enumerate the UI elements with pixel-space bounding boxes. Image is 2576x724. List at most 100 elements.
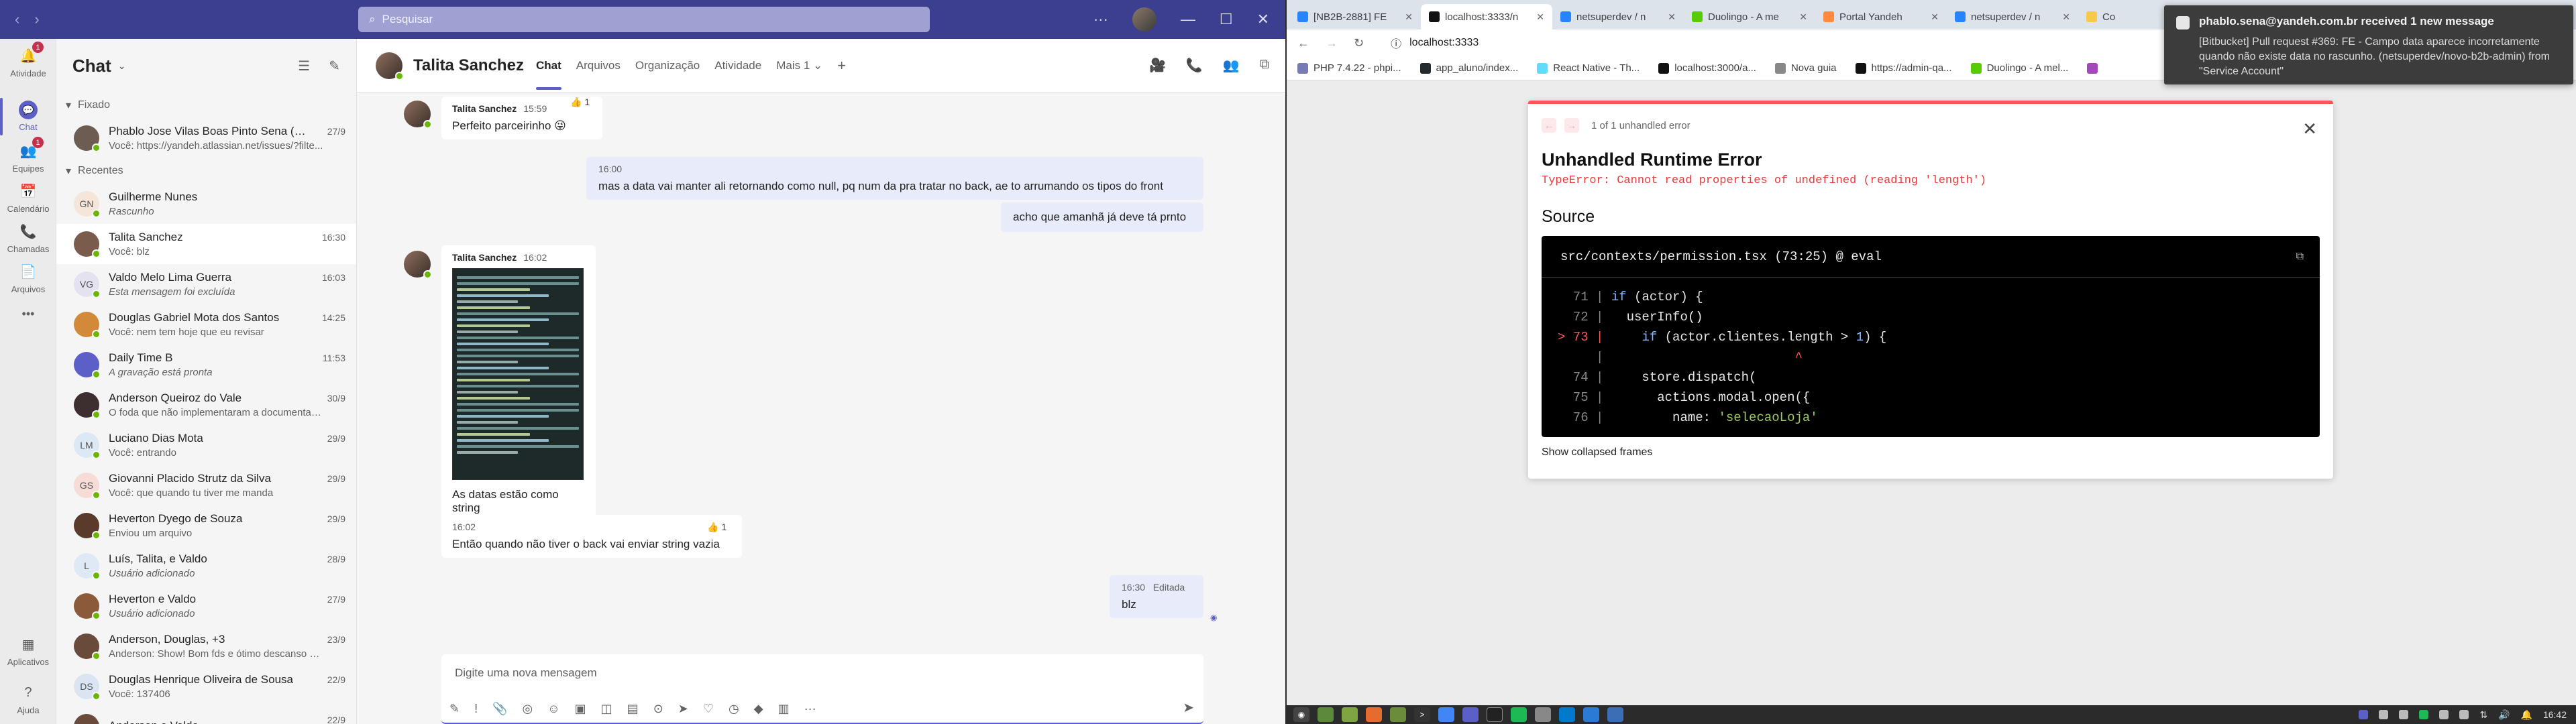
- chat-list-item[interactable]: GS Giovanni Placido Strutz da Silva Você: …: [56, 465, 356, 505]
- rail-item-help[interactable]: ? Ajuda: [0, 682, 56, 716]
- chat-list-item[interactable]: Anderson, Douglas, +3 Anderson: Show! Bom…: [56, 626, 356, 666]
- tray-icon[interactable]: [2459, 710, 2469, 719]
- browser-tab[interactable]: netsuperdev / n ✕: [1947, 4, 2078, 29]
- contact-avatar[interactable]: [376, 52, 404, 80]
- rail-item-chat[interactable]: 💬 Chat: [0, 101, 56, 132]
- volume-icon[interactable]: 🔊: [2498, 709, 2510, 721]
- new-chat-icon[interactable]: ✎: [329, 58, 340, 74]
- rail-item-apps[interactable]: ▦ Aplicativos: [0, 634, 56, 668]
- rail-item-activity[interactable]: 🔔 1 Atividade: [0, 42, 56, 78]
- chat-list-item[interactable]: Talita Sanchez Você: blz 16:30: [56, 224, 356, 264]
- chat-list-item[interactable]: Anderson Queiroz do Vale O foda que não i…: [56, 385, 356, 425]
- attach-icon[interactable]: 📎: [492, 702, 507, 716]
- close-icon[interactable]: ✕: [2302, 119, 2317, 139]
- forward-icon[interactable]: →: [1326, 36, 1338, 50]
- chat-list-item[interactable]: Phablo Jose Vilas Boas Pinto Sena (V... V…: [56, 118, 356, 158]
- rail-item-teams[interactable]: 👥 1 Equipes: [0, 137, 56, 174]
- rail-item-calls[interactable]: 📞 Chamadas: [0, 221, 56, 255]
- show-collapsed-frames[interactable]: Show collapsed frames: [1542, 446, 2320, 459]
- vscode-icon[interactable]: [1559, 707, 1575, 722]
- window-app-icon[interactable]: [1607, 707, 1623, 722]
- files-icon[interactable]: [1342, 707, 1358, 722]
- message-incoming[interactable]: 16:02 Então quando não tiver o back vai …: [441, 515, 742, 558]
- close-tab-icon[interactable]: ✕: [1799, 11, 1807, 23]
- chat-list-item[interactable]: L Luís, Talita, e Valdo Usuário adicionado…: [56, 546, 356, 586]
- filter-icon[interactable]: ☰: [298, 58, 310, 74]
- add-tab-icon[interactable]: +: [837, 57, 846, 74]
- message-input[interactable]: [455, 666, 1126, 680]
- browser-tab[interactable]: localhost:3333/n ✕: [1421, 4, 1552, 29]
- browser-tab[interactable]: netsuperdev / n ✕: [1552, 4, 1684, 29]
- tray-icon[interactable]: [2399, 710, 2409, 719]
- close-tab-icon[interactable]: ✕: [1668, 11, 1676, 23]
- close-tab-icon[interactable]: ✕: [1931, 11, 1939, 23]
- back-icon[interactable]: ‹: [15, 11, 19, 28]
- clock[interactable]: 16:42: [2543, 709, 2567, 720]
- reaction-like[interactable]: 👍 1: [570, 97, 590, 108]
- message-outgoing[interactable]: acho que amanhã já deve tá prnto: [1001, 202, 1203, 232]
- chat-list-item[interactable]: GN Guilherme Nunes Rascunho: [56, 184, 356, 224]
- section-pinned[interactable]: ▾ Fixado: [56, 93, 356, 118]
- folder-icon[interactable]: [1390, 707, 1406, 722]
- gif-icon[interactable]: ▣: [575, 702, 586, 716]
- reaction-like[interactable]: 👍 1: [707, 522, 727, 533]
- rail-item-calendar[interactable]: 📅 Calendário: [0, 181, 56, 215]
- minimize-icon[interactable]: —: [1181, 11, 1195, 28]
- bookmark[interactable]: https://admin-qa...: [1855, 62, 1952, 74]
- important-icon[interactable]: !: [474, 702, 478, 716]
- browser-tab[interactable]: Duolingo - A me ✕: [1684, 4, 1815, 29]
- rail-item-files[interactable]: 📄 Arquivos: [0, 261, 56, 295]
- send-icon[interactable]: ➤: [1183, 699, 1194, 716]
- bookmark[interactable]: Nova guia: [1774, 62, 1837, 74]
- clock-app-icon[interactable]: [1487, 707, 1503, 722]
- chevron-down-icon[interactable]: ⌄: [118, 60, 126, 72]
- meet-icon[interactable]: ▤: [627, 702, 639, 716]
- bookmark[interactable]: [2087, 62, 2103, 74]
- tab-organization[interactable]: Organização: [635, 59, 700, 72]
- bookmark[interactable]: PHP 7.4.22 - phpi...: [1297, 62, 1401, 74]
- next-error-icon[interactable]: →: [1564, 118, 1579, 133]
- bookmark[interactable]: app_aluno/index...: [1419, 62, 1518, 74]
- spotify-icon[interactable]: [1511, 707, 1527, 722]
- notes-icon[interactable]: ▥: [778, 702, 790, 716]
- apps-icon[interactable]: ◆: [754, 702, 763, 716]
- tab-activity[interactable]: Atividade: [714, 59, 761, 72]
- tray-icon[interactable]: [2419, 710, 2429, 719]
- close-icon[interactable]: ✕: [1257, 11, 1269, 28]
- maximize-icon[interactable]: ☐: [1220, 11, 1233, 28]
- notifications-icon[interactable]: 🔔: [2521, 709, 2532, 721]
- tray-icon[interactable]: [2379, 710, 2389, 719]
- tab-more[interactable]: Mais 1 ⌄: [776, 59, 822, 72]
- more-icon[interactable]: ···: [804, 702, 816, 716]
- bookmark[interactable]: localhost:3000/a...: [1658, 62, 1756, 74]
- chat-list-item[interactable]: Daily Time B A gravação está pronta 11:53: [56, 345, 356, 385]
- chat-list-item[interactable]: Heverton Dyego de Souza Enviou um arquivo…: [56, 505, 356, 546]
- sticker-icon[interactable]: ◫: [601, 702, 612, 716]
- bookmark[interactable]: Duolingo - A mel...: [1970, 62, 2068, 74]
- tray-teams-icon[interactable]: [2359, 710, 2369, 719]
- open-in-editor-icon[interactable]: ⧉: [2296, 251, 2304, 263]
- audio-call-icon[interactable]: 📞: [1186, 57, 1203, 74]
- chat-list-item[interactable]: Anderson e Valdo 22/9: [56, 707, 356, 724]
- close-tab-icon[interactable]: ✕: [1405, 11, 1413, 23]
- window-app-icon[interactable]: [1583, 707, 1599, 722]
- add-people-icon[interactable]: 👥: [1223, 57, 1240, 74]
- chat-list-item[interactable]: Heverton e Valdo Usuário adicionado 27/9: [56, 586, 356, 626]
- app-icon[interactable]: [1535, 707, 1551, 722]
- approval-icon[interactable]: ◷: [729, 702, 739, 716]
- tab-chat[interactable]: Chat: [535, 59, 561, 90]
- bookmark[interactable]: React Native - Th...: [1537, 62, 1640, 74]
- browser-tab[interactable]: [NB2B-2881] FE ✕: [1289, 4, 1421, 29]
- video-call-icon[interactable]: 🎥: [1149, 57, 1166, 74]
- chat-list-item[interactable]: VG Valdo Melo Lima Guerra Esta mensagem fo…: [56, 264, 356, 304]
- address-bar[interactable]: ⓘ localhost:3333: [1380, 32, 2205, 54]
- more-options-icon[interactable]: ···: [1093, 11, 1108, 28]
- chat-list-item[interactable]: LM Luciano Dias Mota Você: entrando 29/9: [56, 425, 356, 465]
- tab-files[interactable]: Arquivos: [576, 59, 621, 72]
- network-icon[interactable]: ⇅: [2479, 709, 2487, 721]
- code-file-path[interactable]: src/contexts/permission.tsx (73:25) @ ev…: [1542, 236, 2320, 278]
- praise-icon[interactable]: ♡: [703, 702, 714, 716]
- format-icon[interactable]: ✎: [449, 702, 460, 716]
- popout-icon[interactable]: ⧉: [1260, 57, 1269, 74]
- reload-icon[interactable]: ↻: [1354, 36, 1364, 50]
